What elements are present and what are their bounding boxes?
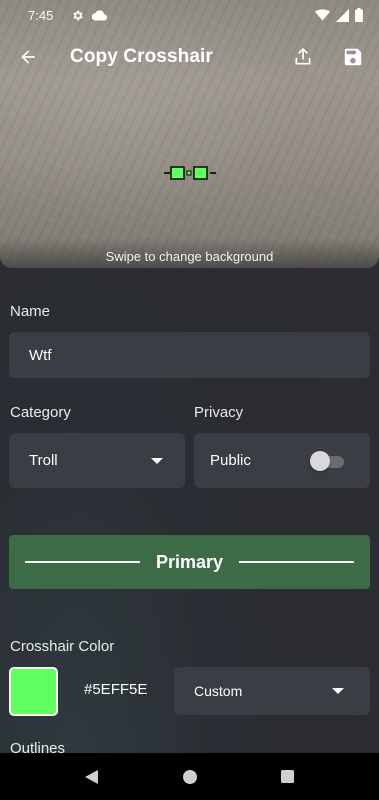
cloud-icon bbox=[92, 9, 108, 21]
name-label: Name bbox=[10, 303, 51, 320]
privacy-label: Privacy bbox=[194, 404, 244, 421]
signal-icon bbox=[336, 8, 349, 22]
nav-home-button[interactable] bbox=[141, 769, 239, 784]
divider-line-right bbox=[239, 561, 355, 563]
arrow-left-icon bbox=[21, 50, 35, 64]
color-preset-dropdown[interactable]: Custom bbox=[174, 667, 370, 715]
crosshair-color-label: Crosshair Color bbox=[10, 638, 115, 655]
system-navigation-bar bbox=[0, 753, 379, 800]
app-bar: Copy Crosshair bbox=[0, 30, 379, 84]
category-label: Category bbox=[10, 404, 71, 421]
privacy-value: Public bbox=[210, 452, 251, 469]
nav-recents-button[interactable] bbox=[239, 770, 337, 783]
toggle-thumb bbox=[310, 450, 330, 471]
color-hex-value: #5EFF5E bbox=[84, 681, 148, 698]
recents-square-icon bbox=[281, 770, 294, 783]
share-button[interactable] bbox=[289, 43, 317, 71]
save-icon bbox=[344, 48, 362, 66]
category-value: Troll bbox=[29, 452, 58, 469]
tab-primary-label: Primary bbox=[155, 551, 224, 572]
dropdown-arrow-icon bbox=[151, 457, 163, 464]
privacy-field: Public bbox=[194, 433, 370, 488]
status-time: 7:45 bbox=[28, 7, 54, 23]
status-bar: 7:45 bbox=[0, 0, 379, 30]
divider-line-left bbox=[25, 561, 140, 563]
battery-icon bbox=[355, 8, 363, 22]
gear-icon bbox=[73, 10, 84, 20]
back-triangle-icon bbox=[84, 769, 98, 784]
name-input-value: Wtf bbox=[29, 346, 52, 364]
upload-icon bbox=[295, 47, 311, 65]
color-swatch[interactable] bbox=[9, 667, 58, 716]
dropdown-arrow-icon bbox=[332, 688, 344, 694]
page-title: Copy Crosshair bbox=[70, 46, 213, 67]
home-circle-icon bbox=[182, 769, 197, 784]
privacy-toggle[interactable] bbox=[310, 450, 344, 471]
save-button[interactable] bbox=[339, 43, 367, 71]
crosshair-preview-graphic bbox=[164, 166, 216, 180]
nav-back-button[interactable] bbox=[43, 769, 141, 784]
wifi-icon bbox=[315, 9, 330, 21]
color-preset-value: Custom bbox=[194, 683, 243, 699]
back-button[interactable] bbox=[14, 43, 42, 71]
swipe-hint: Swipe to change background bbox=[105, 249, 274, 264]
name-input[interactable]: Wtf bbox=[9, 332, 370, 378]
tab-primary[interactable]: Primary bbox=[9, 535, 370, 589]
category-dropdown[interactable]: Troll bbox=[9, 433, 185, 488]
